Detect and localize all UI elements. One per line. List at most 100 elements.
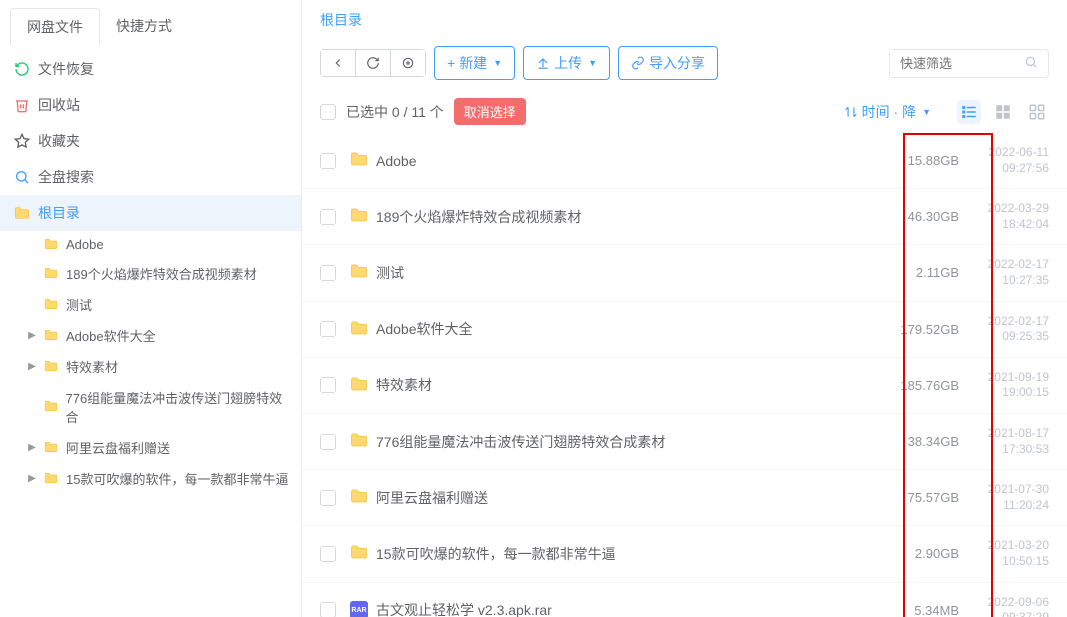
nav-label: 回收站: [38, 95, 80, 115]
upload-button[interactable]: 上传 ▼: [523, 46, 610, 80]
view-tiles-icon[interactable]: [1025, 100, 1049, 124]
tree-item[interactable]: 测试: [16, 289, 301, 320]
nav-favorites[interactable]: 收藏夹: [0, 123, 301, 159]
file-name: Adobe软件大全: [350, 319, 865, 339]
file-row[interactable]: 15款可吹爆的软件，每一款都非常牛逼 2.90GB 2021-03-2010:5…: [302, 526, 1067, 582]
row-checkbox[interactable]: [320, 490, 336, 506]
file-type-icon: [350, 320, 368, 339]
file-date: 2022-06-1109:27:56: [973, 145, 1049, 176]
file-row[interactable]: 189个火焰爆炸特效合成视频素材 46.30GB 2022-03-2918:42…: [302, 189, 1067, 245]
button-label: 导入分享: [649, 53, 705, 73]
row-checkbox[interactable]: [320, 602, 336, 617]
folder-icon: [44, 298, 60, 312]
file-size: 2.11GB: [879, 265, 959, 280]
folder-icon: [44, 329, 60, 343]
file-row[interactable]: 阿里云盘福利赠送 75.57GB 2021-07-3011:20:24: [302, 470, 1067, 526]
file-row[interactable]: Adobe 15.88GB 2022-06-1109:27:56: [302, 133, 1067, 189]
breadcrumb[interactable]: 根目录: [302, 0, 1067, 40]
view-grid-icon[interactable]: [991, 100, 1015, 124]
cancel-selection-button[interactable]: 取消选择: [454, 98, 526, 125]
file-name-text: 测试: [376, 263, 404, 283]
nav-label: 根目录: [38, 203, 80, 223]
file-date: 2021-03-2010:50:15: [973, 538, 1049, 569]
tree-item-label: Adobe: [66, 237, 104, 252]
trash-icon: [14, 97, 30, 113]
file-name-text: Adobe: [376, 153, 416, 169]
row-checkbox[interactable]: [320, 321, 336, 337]
row-checkbox[interactable]: [320, 434, 336, 450]
file-list: Adobe 15.88GB 2022-06-1109:27:56 189个火焰爆…: [302, 133, 1067, 617]
import-share-button[interactable]: 导入分享: [618, 46, 718, 80]
star-icon: [14, 133, 30, 149]
tree-item-label: 776组能量魔法冲击波传送门翅膀特效合: [65, 388, 291, 426]
nav-label: 收藏夹: [38, 131, 80, 151]
file-type-icon: [350, 207, 368, 226]
file-size: 5.34MB: [879, 603, 959, 617]
row-checkbox[interactable]: [320, 209, 336, 225]
select-all-checkbox[interactable]: [320, 104, 336, 120]
file-size: 185.76GB: [879, 378, 959, 393]
sort-dropdown[interactable]: 时间 · 降 ▼: [844, 102, 931, 122]
button-label: 新建: [459, 53, 487, 73]
file-row[interactable]: 特效素材 185.76GB 2021-09-1919:00:15: [302, 358, 1067, 414]
search-icon[interactable]: [1014, 55, 1048, 72]
folder-tree: Adobe 189个火焰爆炸特效合成视频素材测试 ▶ Adobe软件大全 ▶特效素材 77…: [0, 231, 301, 494]
nav-root-folder[interactable]: 根目录: [0, 195, 301, 231]
file-row[interactable]: Adobe软件大全 179.52GB 2022-02-1709:25:35: [302, 302, 1067, 358]
tree-item[interactable]: 189个火焰爆炸特效合成视频素材: [16, 258, 301, 289]
row-checkbox[interactable]: [320, 377, 336, 393]
folder-icon: [44, 441, 60, 455]
search-box: [889, 49, 1049, 78]
target-button[interactable]: [391, 50, 425, 76]
tab-shortcuts[interactable]: 快捷方式: [100, 8, 188, 45]
file-size: 15.88GB: [879, 153, 959, 168]
row-checkbox[interactable]: [320, 153, 336, 169]
nav-file-restore[interactable]: 文件恢复: [0, 51, 301, 87]
nav-recycle-bin[interactable]: 回收站: [0, 87, 301, 123]
file-row[interactable]: 测试 2.11GB 2022-02-1710:27:35: [302, 245, 1067, 301]
chevron-down-icon: ▼: [922, 107, 931, 117]
file-date: 2021-09-1919:00:15: [973, 370, 1049, 401]
tree-item-label: 189个火焰爆炸特效合成视频素材: [66, 264, 257, 283]
folder-icon: [44, 400, 60, 414]
tab-disk-files[interactable]: 网盘文件: [10, 8, 100, 45]
nav-list: 文件恢复 回收站 收藏夹 全盘搜索: [0, 45, 301, 500]
nav-full-search[interactable]: 全盘搜索: [0, 159, 301, 195]
file-size: 38.34GB: [879, 434, 959, 449]
row-checkbox[interactable]: [320, 265, 336, 281]
view-list-icon[interactable]: [957, 100, 981, 124]
tree-item[interactable]: ▶ Adobe软件大全: [16, 320, 301, 351]
file-name: 特效素材: [350, 375, 865, 395]
link-icon: [631, 56, 645, 70]
tree-item[interactable]: 776组能量魔法冲击波传送门翅膀特效合: [16, 382, 301, 432]
tree-item-label: 15款可吹爆的软件，每一款都非常牛逼: [66, 469, 288, 488]
folder-icon: [44, 472, 60, 486]
refresh-button[interactable]: [356, 50, 391, 76]
tree-item[interactable]: Adobe: [16, 231, 301, 258]
filter-input[interactable]: [890, 50, 1014, 77]
file-name: 189个火焰爆炸特效合成视频素材: [350, 207, 865, 227]
chevron-icon: ▶: [26, 330, 38, 341]
tree-item[interactable]: ▶15款可吹爆的软件，每一款都非常牛逼: [16, 463, 301, 494]
nav-label: 全盘搜索: [38, 167, 94, 187]
file-type-icon: RAR: [350, 601, 368, 617]
row-checkbox[interactable]: [320, 546, 336, 562]
file-name: RAR古文观止轻松学 v2.3.apk.rar: [350, 600, 865, 617]
file-name: 776组能量魔法冲击波传送门翅膀特效合成素材: [350, 432, 865, 452]
tree-item-label: Adobe软件大全: [66, 326, 156, 345]
sidebar-tabs: 网盘文件 快捷方式: [0, 0, 301, 45]
chevron-icon: ▶: [26, 442, 38, 453]
new-button[interactable]: + 新建 ▼: [434, 46, 515, 80]
tree-item[interactable]: ▶阿里云盘福利赠送: [16, 432, 301, 463]
back-button[interactable]: [321, 50, 356, 76]
file-name-text: Adobe软件大全: [376, 319, 472, 339]
file-size: 2.90GB: [879, 546, 959, 561]
tree-item[interactable]: ▶特效素材: [16, 351, 301, 382]
file-type-icon: [350, 263, 368, 282]
file-row[interactable]: RAR古文观止轻松学 v2.3.apk.rar 5.34MB 2022-09-0…: [302, 583, 1067, 617]
file-row[interactable]: 776组能量魔法冲击波传送门翅膀特效合成素材 38.34GB 2021-08-1…: [302, 414, 1067, 470]
file-date: 2021-08-1717:30:53: [973, 426, 1049, 457]
restore-icon: [14, 61, 30, 77]
file-type-icon: [350, 376, 368, 395]
folder-icon: [14, 205, 30, 221]
